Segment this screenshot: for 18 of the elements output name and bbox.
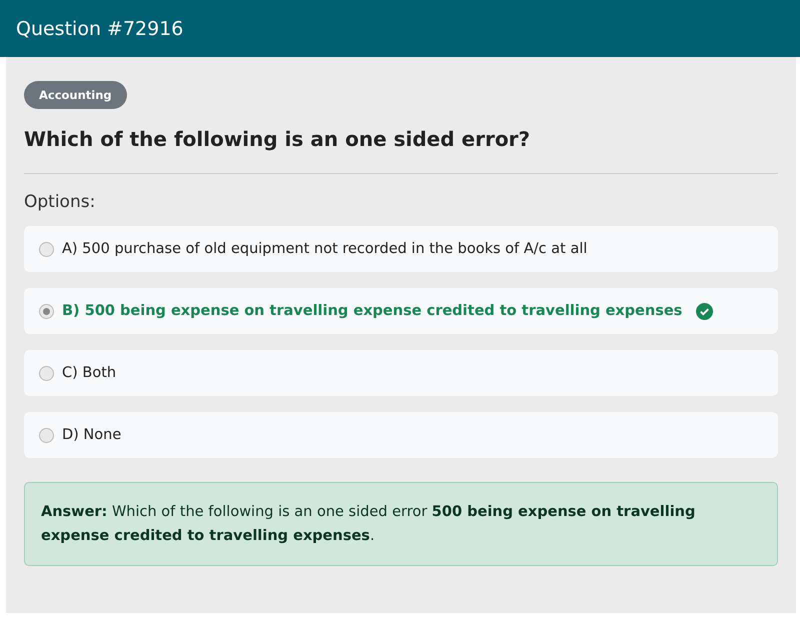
radio-button[interactable] xyxy=(39,428,54,442)
option-text: A) 500 purchase of old equipment not recorded in the books of A/c at all xyxy=(62,241,588,257)
options-label: Options: xyxy=(24,192,96,212)
option-row[interactable]: C) Both xyxy=(24,350,778,396)
check-icon xyxy=(696,302,714,320)
radio-button[interactable] xyxy=(39,366,54,380)
option-text: B) 500 being expense on travelling expense credited to travelling expenses xyxy=(62,303,682,319)
radio-button[interactable] xyxy=(39,242,54,256)
option-row[interactable]: D) None xyxy=(24,412,778,458)
option-text: C) Both xyxy=(62,365,116,381)
page-title: Question #72916 xyxy=(16,18,184,40)
category-tag: Accounting xyxy=(24,81,127,109)
answer-text: Answer: Which of the following is an one sided error 500 being expense on travelling expense credited to travelling expenses. xyxy=(24,482,778,566)
option-text: D) None xyxy=(62,427,122,443)
option-row[interactable]: A) 500 purchase of old equipment not recorded in the books of A/c at all xyxy=(24,226,778,272)
question-text: Which of the following is an one sided error? xyxy=(24,127,532,151)
option-row[interactable]: B) 500 being expense on travelling expense credited to travelling expenses xyxy=(24,288,778,334)
radio-button[interactable] xyxy=(39,304,54,318)
